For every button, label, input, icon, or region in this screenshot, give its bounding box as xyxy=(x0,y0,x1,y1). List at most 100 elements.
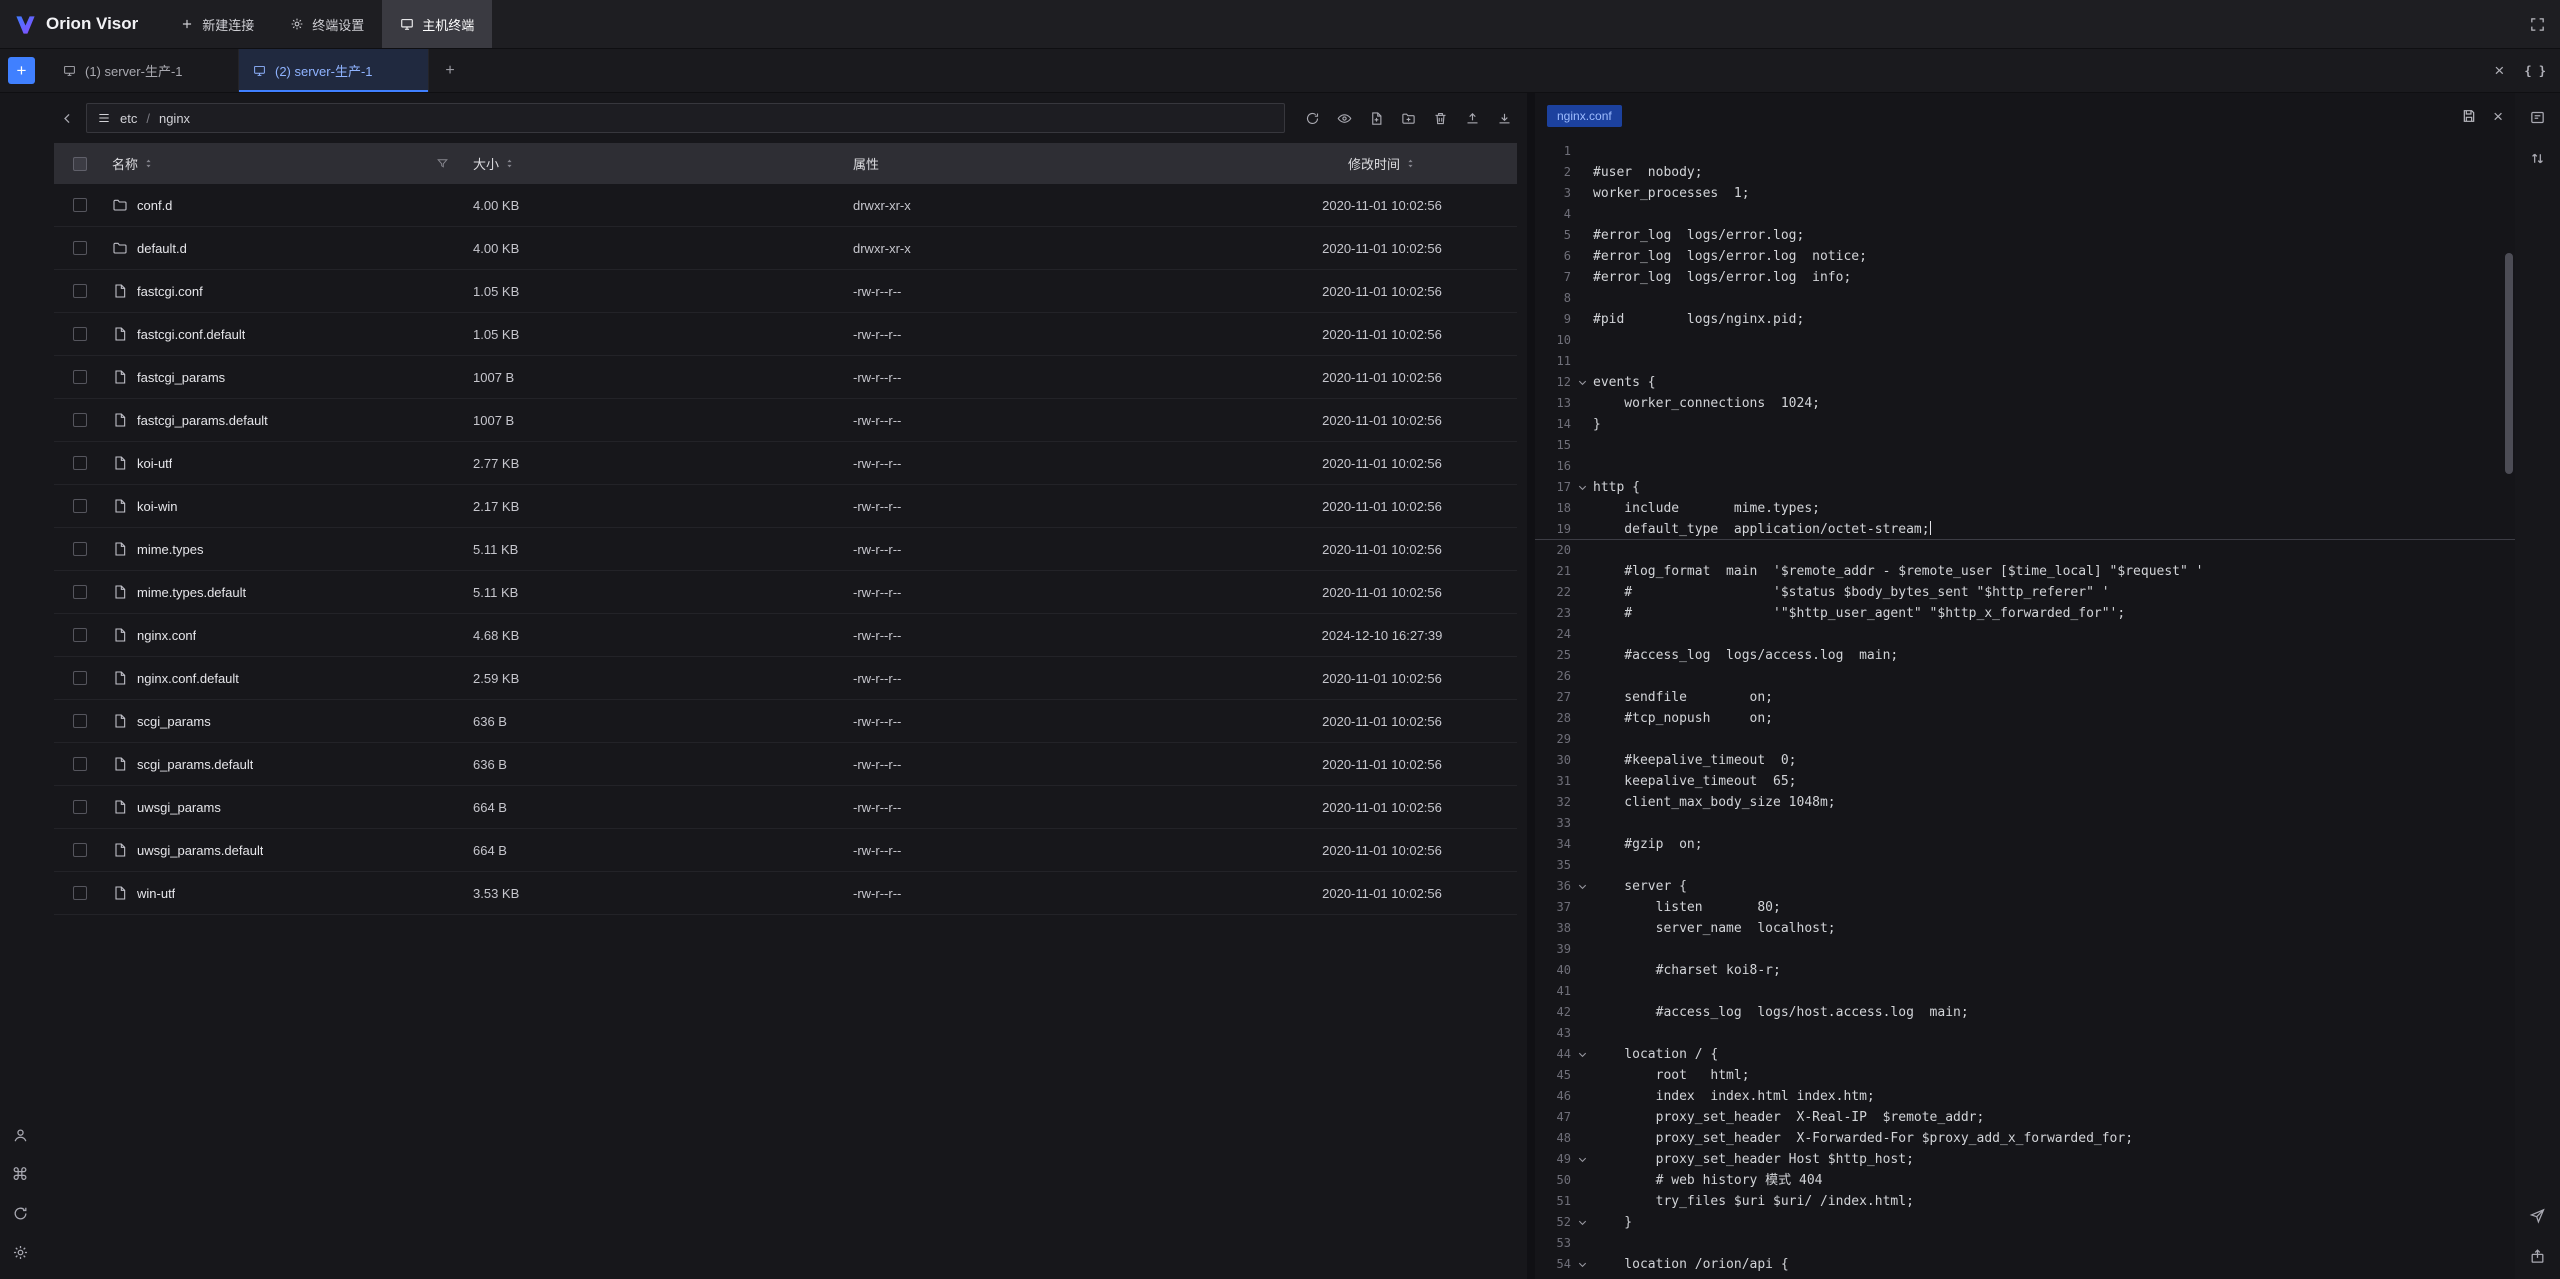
code-line[interactable]: 2#user nobody; xyxy=(1535,162,2515,183)
file-row[interactable]: fastcgi_params1007 B-rw-r--r--2020-11-01… xyxy=(54,356,1517,399)
select-all-checkbox[interactable] xyxy=(54,157,106,171)
row-checkbox[interactable] xyxy=(54,198,106,212)
code-line[interactable]: 51 try_files $uri $uri/ /index.html; xyxy=(1535,1191,2515,1212)
breadcrumb-segment[interactable]: etc xyxy=(120,111,137,126)
swap-vertical-icon[interactable] xyxy=(2529,150,2546,167)
code-line[interactable]: 11 xyxy=(1535,351,2515,372)
code-line[interactable]: 34 #gzip on; xyxy=(1535,834,2515,855)
code-line[interactable]: 28 #tcp_nopush on; xyxy=(1535,708,2515,729)
row-checkbox[interactable] xyxy=(54,327,106,341)
code-line[interactable]: 17http { xyxy=(1535,477,2515,498)
code-line[interactable]: 3worker_processes 1; xyxy=(1535,183,2515,204)
close-icon[interactable]: × xyxy=(2494,62,2504,79)
file-row[interactable]: koi-win2.17 KB-rw-r--r--2020-11-01 10:02… xyxy=(54,485,1517,528)
file-name[interactable]: mime.types.default xyxy=(106,584,467,600)
file-row[interactable]: scgi_params.default636 B-rw-r--r--2020-1… xyxy=(54,743,1517,786)
code-line[interactable]: 27 sendfile on; xyxy=(1535,687,2515,708)
send-command-icon[interactable] xyxy=(2529,1207,2546,1224)
row-checkbox[interactable] xyxy=(54,800,106,814)
path-address-bar[interactable]: etc / nginx xyxy=(86,103,1285,133)
file-row[interactable]: nginx.conf4.68 KB-rw-r--r--2024-12-10 16… xyxy=(54,614,1517,657)
row-checkbox[interactable] xyxy=(54,456,106,470)
row-checkbox[interactable] xyxy=(54,370,106,384)
file-name[interactable]: nginx.conf xyxy=(106,627,467,643)
file-row[interactable]: fastcgi.conf.default1.05 KB-rw-r--r--202… xyxy=(54,313,1517,356)
editor-settings-icon[interactable] xyxy=(2529,109,2546,126)
file-row[interactable]: mime.types.default5.11 KB-rw-r--r--2020-… xyxy=(54,571,1517,614)
code-line[interactable]: 5#error_log logs/error.log; xyxy=(1535,225,2515,246)
code-line[interactable]: 47 proxy_set_header X-Real-IP $remote_ad… xyxy=(1535,1107,2515,1128)
braces-icon[interactable]: { } xyxy=(2524,64,2546,78)
row-checkbox[interactable] xyxy=(54,886,106,900)
code-line[interactable]: 15 xyxy=(1535,435,2515,456)
fullscreen-icon[interactable] xyxy=(2529,16,2546,33)
new-folder-icon[interactable] xyxy=(1395,105,1421,131)
code-line[interactable]: 23 # '"$http_user_agent" "$http_x_forwar… xyxy=(1535,603,2515,624)
tab-server-2[interactable]: (2) server-生产-1 xyxy=(239,49,429,92)
code-line[interactable]: 16 xyxy=(1535,456,2515,477)
file-row[interactable]: fastcgi.conf1.05 KB-rw-r--r--2020-11-01 … xyxy=(54,270,1517,313)
upload-icon[interactable] xyxy=(1459,105,1485,131)
fold-chevron-icon[interactable] xyxy=(1571,1044,1593,1065)
show-hidden-eye-icon[interactable] xyxy=(1331,105,1357,131)
save-icon[interactable] xyxy=(2461,108,2477,124)
code-line[interactable]: 19 default_type application/octet-stream… xyxy=(1535,519,2515,540)
code-line[interactable]: 39 xyxy=(1535,939,2515,960)
column-size[interactable]: 大小 xyxy=(467,154,847,173)
code-line[interactable]: 48 proxy_set_header X-Forwarded-For $pro… xyxy=(1535,1128,2515,1149)
file-name[interactable]: scgi_params.default xyxy=(106,756,467,772)
fold-chevron-icon[interactable] xyxy=(1571,1149,1593,1170)
code-line[interactable]: 10 xyxy=(1535,330,2515,351)
file-name[interactable]: fastcgi_params.default xyxy=(106,412,467,428)
file-row[interactable]: uwsgi_params.default664 B-rw-r--r--2020-… xyxy=(54,829,1517,872)
menu-terminal-settings[interactable]: 终端设置 xyxy=(272,0,382,48)
code-line[interactable]: 46 index index.html index.htm; xyxy=(1535,1086,2515,1107)
code-line[interactable]: 29 xyxy=(1535,729,2515,750)
sort-carets-icon[interactable] xyxy=(143,158,154,169)
column-name[interactable]: 名称 xyxy=(106,154,467,173)
code-line[interactable]: 42 #access_log logs/host.access.log main… xyxy=(1535,1002,2515,1023)
code-line[interactable]: 40 #charset koi8-r; xyxy=(1535,960,2515,981)
row-checkbox[interactable] xyxy=(54,757,106,771)
file-name[interactable]: koi-win xyxy=(106,498,467,514)
sort-carets-icon[interactable] xyxy=(1405,158,1416,169)
file-name[interactable]: conf.d xyxy=(106,197,467,213)
fold-chevron-icon[interactable] xyxy=(1571,1212,1593,1233)
sync-icon[interactable] xyxy=(12,1205,29,1222)
file-name[interactable]: fastcgi.conf.default xyxy=(106,326,467,342)
row-checkbox[interactable] xyxy=(54,499,106,513)
file-name[interactable]: fastcgi.conf xyxy=(106,283,467,299)
code-line[interactable]: 31 keepalive_timeout 65; xyxy=(1535,771,2515,792)
new-connection-button[interactable]: + xyxy=(8,57,35,84)
code-line[interactable]: 21 #log_format main '$remote_addr - $rem… xyxy=(1535,561,2515,582)
code-line[interactable]: 38 server_name localhost; xyxy=(1535,918,2515,939)
back-icon[interactable] xyxy=(54,105,80,131)
row-checkbox[interactable] xyxy=(54,542,106,556)
new-tab-button[interactable]: + xyxy=(433,49,467,92)
open-file-chip[interactable]: nginx.conf xyxy=(1547,105,1622,127)
refresh-icon[interactable] xyxy=(1299,105,1325,131)
settings-gear-icon[interactable] xyxy=(12,1244,29,1261)
code-line[interactable]: 6#error_log logs/error.log notice; xyxy=(1535,246,2515,267)
row-checkbox[interactable] xyxy=(54,241,106,255)
code-line[interactable]: 7#error_log logs/error.log info; xyxy=(1535,267,2515,288)
code-line[interactable]: 18 include mime.types; xyxy=(1535,498,2515,519)
code-line[interactable]: 4 xyxy=(1535,204,2515,225)
fold-chevron-icon[interactable] xyxy=(1571,876,1593,897)
code-line[interactable]: 26 xyxy=(1535,666,2515,687)
row-checkbox[interactable] xyxy=(54,714,106,728)
code-line[interactable]: 45 root html; xyxy=(1535,1065,2515,1086)
file-row[interactable]: nginx.conf.default2.59 KB-rw-r--r--2020-… xyxy=(54,657,1517,700)
editor-scrollbar-thumb[interactable] xyxy=(2505,253,2513,474)
fold-chevron-icon[interactable] xyxy=(1571,1254,1593,1275)
code-line[interactable]: 52 } xyxy=(1535,1212,2515,1233)
file-name[interactable]: default.d xyxy=(106,240,467,256)
code-line[interactable]: 32 client_max_body_size 1048m; xyxy=(1535,792,2515,813)
file-name[interactable]: fastcgi_params xyxy=(106,369,467,385)
user-icon[interactable] xyxy=(12,1127,29,1144)
breadcrumb-segment[interactable]: nginx xyxy=(159,111,190,126)
file-name[interactable]: win-utf xyxy=(106,885,467,901)
new-file-icon[interactable] xyxy=(1363,105,1389,131)
fold-chevron-icon[interactable] xyxy=(1571,372,1593,393)
file-name[interactable]: mime.types xyxy=(106,541,467,557)
